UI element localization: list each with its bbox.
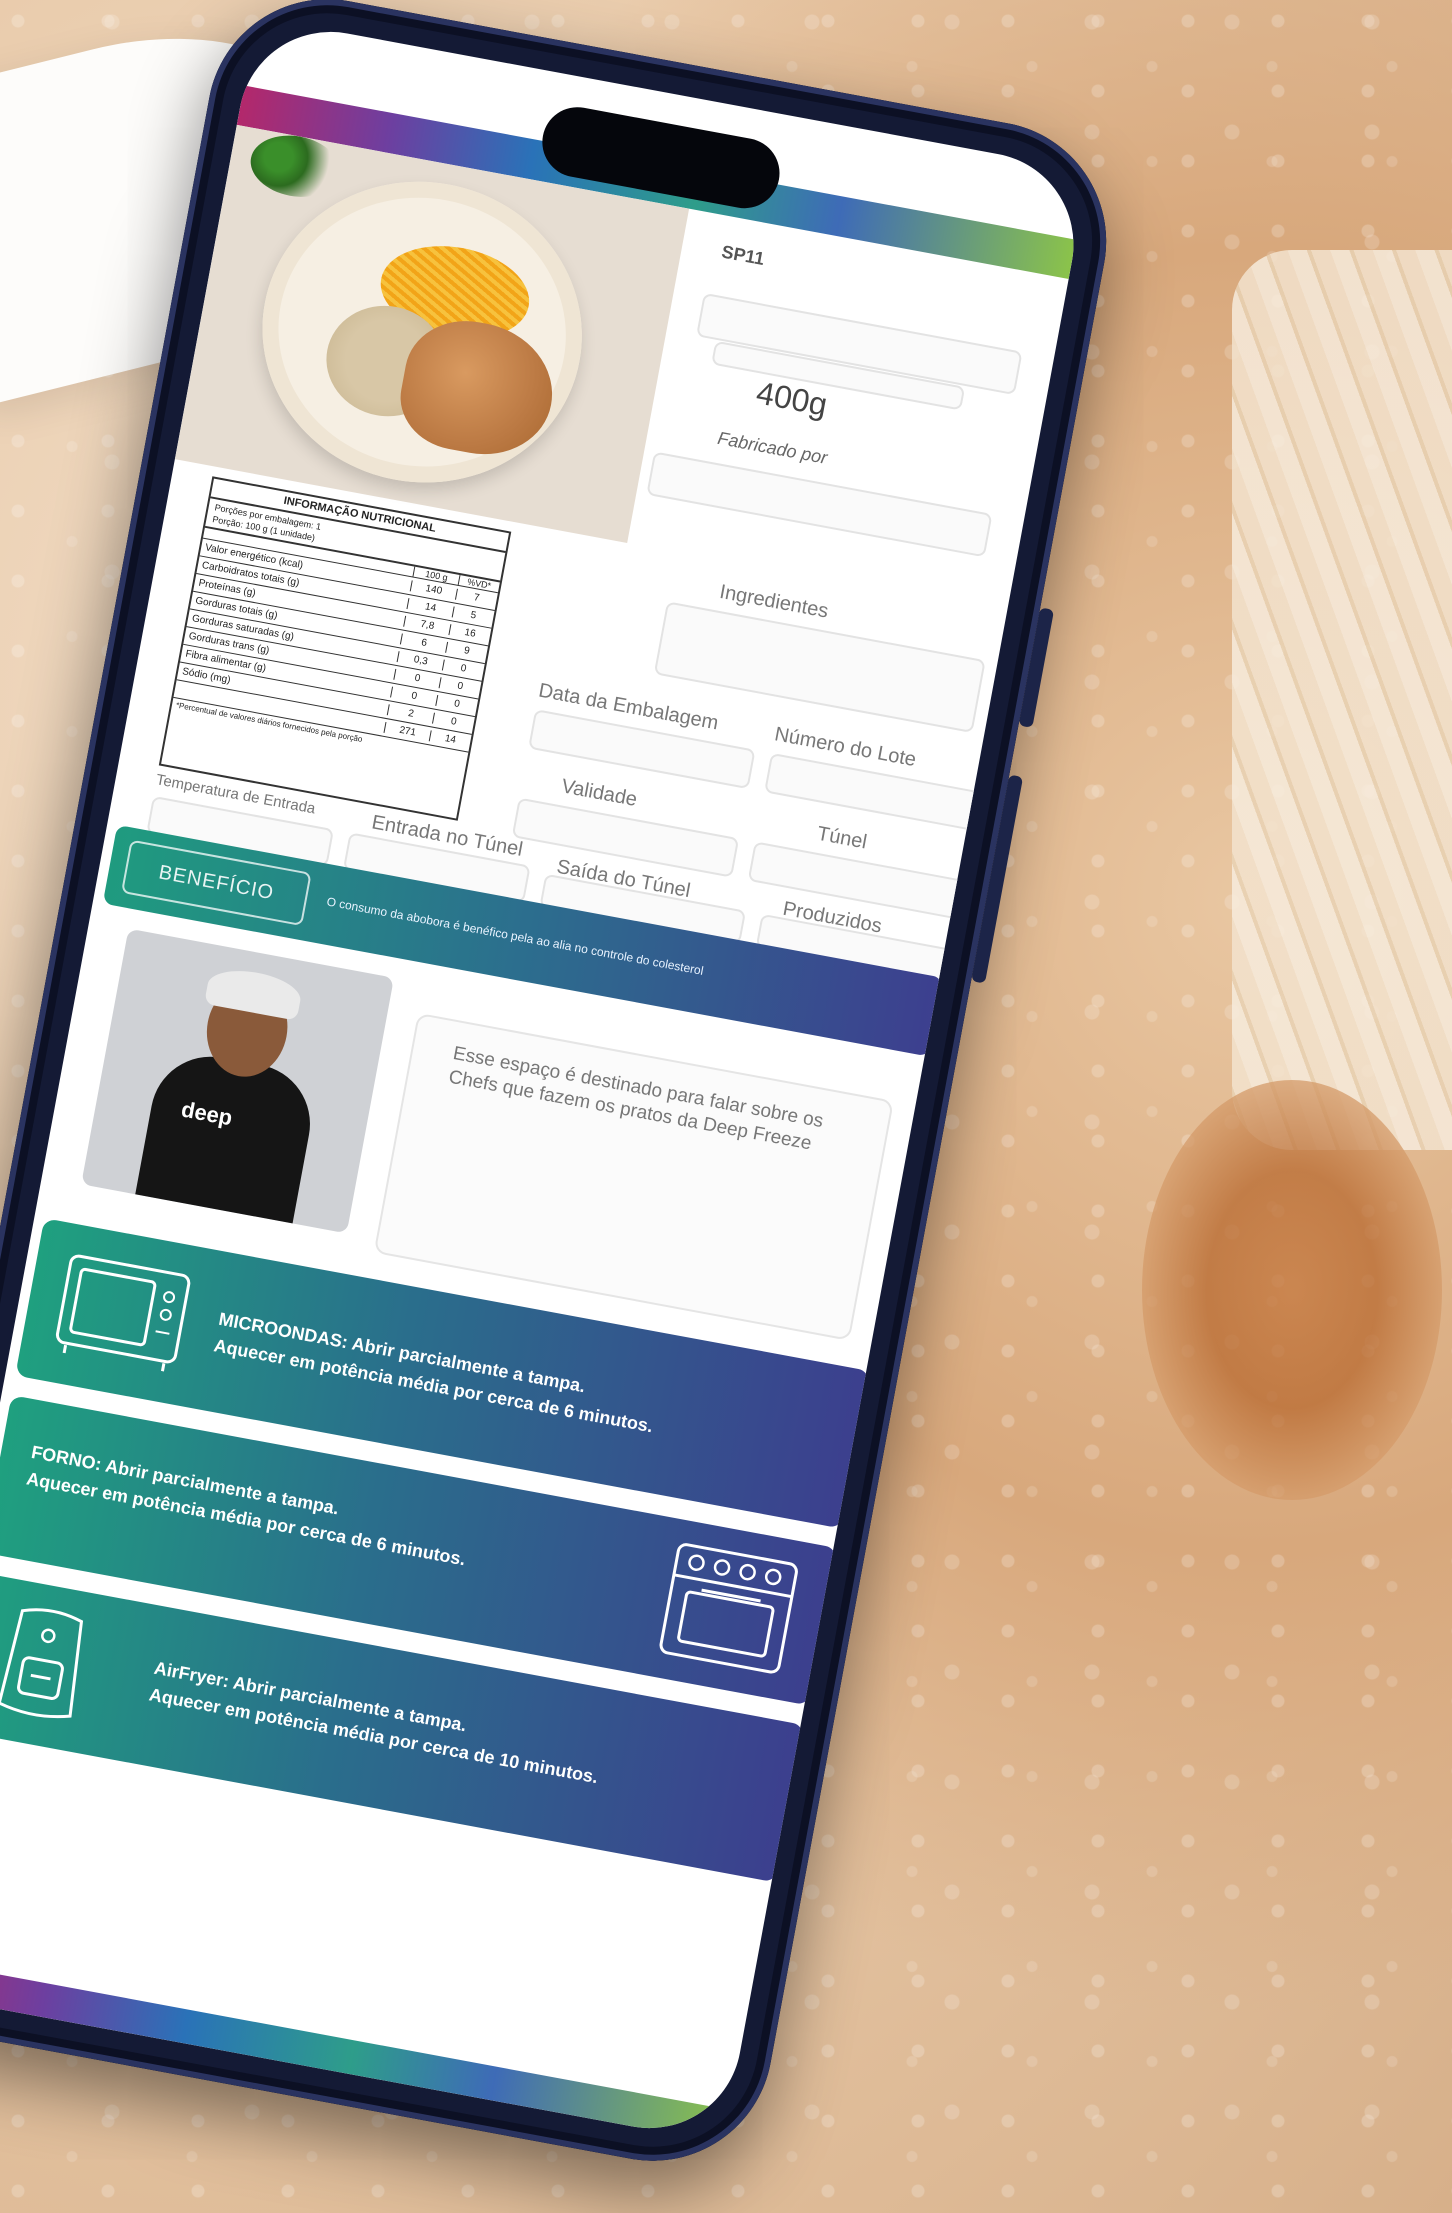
- airfryer-icon: [0, 1608, 84, 1719]
- shirt-logo: deep: [179, 1096, 235, 1131]
- product-header: SP11 400g Fabricado por: [641, 230, 1050, 591]
- background-rice: [1232, 250, 1452, 1150]
- chef-description: Esse espaço é destinado para falar sobre…: [446, 1043, 825, 1155]
- oven-icon: [659, 1543, 798, 1674]
- chef-description-box[interactable]: Esse espaço é destinado para falar sobre…: [373, 1012, 894, 1341]
- made-by-label: Fabricado por: [716, 427, 829, 468]
- tunel-label: Túnel: [815, 822, 869, 854]
- plate: [237, 155, 607, 509]
- nutrition-table: INFORMAÇÃO NUTRICIONAL Porções por embal…: [158, 476, 512, 821]
- microwave-icon: [55, 1254, 191, 1372]
- chef-photo: deep: [81, 928, 395, 1234]
- product-code: SP11: [720, 241, 767, 270]
- chef-shirt: deep: [133, 1046, 320, 1234]
- background-sauce: [1142, 1080, 1442, 1500]
